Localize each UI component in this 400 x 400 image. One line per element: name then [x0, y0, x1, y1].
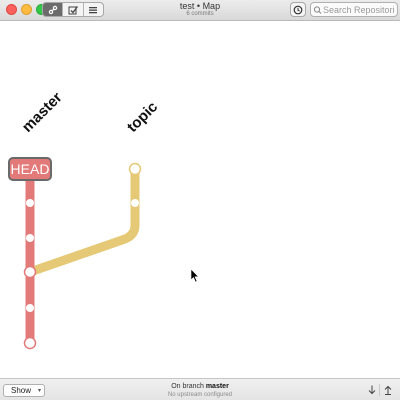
commit-node[interactable]: [128, 162, 142, 176]
list-icon: [89, 6, 98, 13]
current-branch-name: master: [205, 383, 229, 390]
minimize-window-button[interactable]: [21, 4, 32, 15]
clock-icon: [293, 5, 303, 14]
show-popup-button[interactable]: Show ▾: [3, 384, 45, 397]
list-view-button[interactable]: [84, 3, 103, 16]
head-label: HEAD: [11, 161, 50, 177]
status-bar: Show ▾ On branch master No upstream conf…: [0, 378, 400, 400]
branch-label-topic[interactable]: topic: [124, 98, 161, 135]
commit-view-button[interactable]: [63, 3, 84, 16]
history-button[interactable]: [290, 2, 306, 17]
branch-label-master[interactable]: master: [19, 89, 66, 136]
search-field[interactable]: [310, 2, 398, 17]
window-titlebar: test • Map 6 commits: [0, 0, 400, 21]
pull-button[interactable]: [366, 383, 378, 397]
branch-status: On branch master: [120, 383, 280, 391]
show-label: Show: [11, 386, 32, 395]
search-input[interactable]: [323, 4, 395, 15]
commit-node[interactable]: [23, 336, 37, 350]
commit-node[interactable]: [23, 265, 37, 279]
view-switcher: [42, 2, 104, 17]
commit-node[interactable]: [26, 304, 34, 312]
commit-count: 6 commits: [186, 11, 214, 17]
commit-node[interactable]: [26, 234, 34, 242]
push-button[interactable]: [382, 383, 394, 397]
search-icon: [313, 5, 322, 14]
chevron-down-icon: ▾: [37, 388, 41, 394]
map-view-button[interactable]: [43, 3, 64, 16]
mouse-cursor: [190, 268, 200, 283]
close-window-button[interactable]: [6, 4, 17, 15]
upstream-status: No upstream configured: [167, 392, 233, 398]
divider: [379, 384, 380, 396]
commit-node[interactable]: [131, 199, 139, 207]
commit-node[interactable]: [26, 199, 34, 207]
arrow-down-icon: [368, 385, 376, 395]
topic-track: [25, 164, 140, 277]
arrow-up-icon: [384, 385, 392, 395]
map-icon: [48, 5, 57, 14]
head-badge[interactable]: HEAD: [8, 157, 52, 181]
window-title: test • Map: [179, 1, 221, 11]
branch-prefix: On branch: [171, 383, 204, 390]
branch-map: master topic HEAD: [8, 89, 200, 350]
commit-icon: [68, 5, 78, 14]
